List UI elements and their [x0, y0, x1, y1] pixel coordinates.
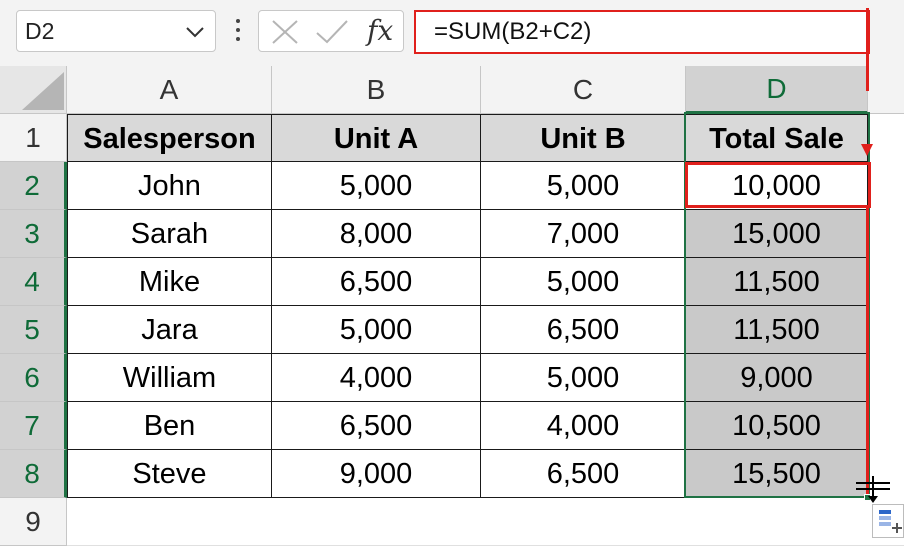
cancel-x-icon[interactable]: [271, 19, 299, 45]
annotation-line: [866, 207, 869, 496]
row-header-4[interactable]: 4: [0, 258, 67, 306]
cell-c4[interactable]: 5,000: [481, 258, 686, 306]
column-header-b[interactable]: B: [272, 66, 481, 114]
resize-cursor-icon: [856, 476, 890, 503]
cell-c2[interactable]: 5,000: [481, 162, 686, 210]
cell-d3[interactable]: 15,000: [686, 210, 868, 258]
cell-d5[interactable]: 11,500: [686, 306, 868, 354]
cell-a2[interactable]: John: [67, 162, 272, 210]
cell-b4[interactable]: 6,500: [272, 258, 481, 306]
cell-a4[interactable]: Mike: [67, 258, 272, 306]
row-header-8[interactable]: 8: [0, 450, 67, 498]
formula-bar-area: D2 fx =SUM(B2+C2): [0, 0, 904, 66]
column-header-a[interactable]: A: [67, 66, 272, 114]
cell-a5[interactable]: Jara: [67, 306, 272, 354]
row-header-2[interactable]: 2: [0, 162, 67, 210]
cell-a6[interactable]: William: [67, 354, 272, 402]
more-options-icon[interactable]: [228, 16, 248, 46]
row-header-7[interactable]: 7: [0, 402, 67, 450]
cell-a3[interactable]: Sarah: [67, 210, 272, 258]
cell-d4[interactable]: 11,500: [686, 258, 868, 306]
cell-d1[interactable]: Total Sale: [686, 114, 868, 162]
chevron-down-icon[interactable]: [185, 25, 205, 39]
cell-c1[interactable]: Unit B: [481, 114, 686, 162]
cell-a7[interactable]: Ben: [67, 402, 272, 450]
select-all-icon[interactable]: [0, 66, 67, 114]
cell-c6[interactable]: 5,000: [481, 354, 686, 402]
spreadsheet-grid: A B C D 1 2 3 4 5 6 7 8 9 Salesperson Un…: [0, 66, 904, 548]
cell-b1[interactable]: Unit A: [272, 114, 481, 162]
cell-b8[interactable]: 9,000: [272, 450, 481, 498]
gridline: [67, 545, 904, 546]
enter-check-icon[interactable]: [315, 19, 349, 45]
cell-a1[interactable]: Salesperson: [67, 114, 272, 162]
row-header-5[interactable]: 5: [0, 306, 67, 354]
name-box-value: D2: [25, 18, 55, 44]
annotation-arrow-head: [861, 144, 873, 156]
cell-c5[interactable]: 6,500: [481, 306, 686, 354]
quick-analysis-icon[interactable]: [872, 504, 904, 538]
cell-d7[interactable]: 10,500: [686, 402, 868, 450]
cell-d8[interactable]: 15,500: [686, 450, 868, 498]
cell-a8[interactable]: Steve: [67, 450, 272, 498]
name-box[interactable]: D2: [16, 10, 216, 52]
fx-icon[interactable]: fx: [367, 15, 393, 47]
column-header-c[interactable]: C: [481, 66, 686, 114]
row-header-3[interactable]: 3: [0, 210, 67, 258]
formula-buttons: fx: [258, 10, 404, 52]
cell-b6[interactable]: 4,000: [272, 354, 481, 402]
cell-b7[interactable]: 6,500: [272, 402, 481, 450]
column-header-e[interactable]: [868, 66, 904, 114]
cell-c7[interactable]: 4,000: [481, 402, 686, 450]
formula-input[interactable]: =SUM(B2+C2): [414, 10, 870, 54]
cell-d2[interactable]: 10,000: [686, 162, 868, 210]
row-header-1[interactable]: 1: [0, 114, 67, 162]
annotation-arrow-line: [866, 8, 869, 91]
cell-b2[interactable]: 5,000: [272, 162, 481, 210]
row-header-9[interactable]: 9: [0, 498, 67, 546]
cell-b3[interactable]: 8,000: [272, 210, 481, 258]
column-header-d[interactable]: D: [686, 66, 868, 114]
cell-c8[interactable]: 6,500: [481, 450, 686, 498]
row-header-6[interactable]: 6: [0, 354, 67, 402]
cell-b5[interactable]: 5,000: [272, 306, 481, 354]
cell-c3[interactable]: 7,000: [481, 210, 686, 258]
formula-text: =SUM(B2+C2): [434, 18, 592, 45]
cell-d6[interactable]: 9,000: [686, 354, 868, 402]
